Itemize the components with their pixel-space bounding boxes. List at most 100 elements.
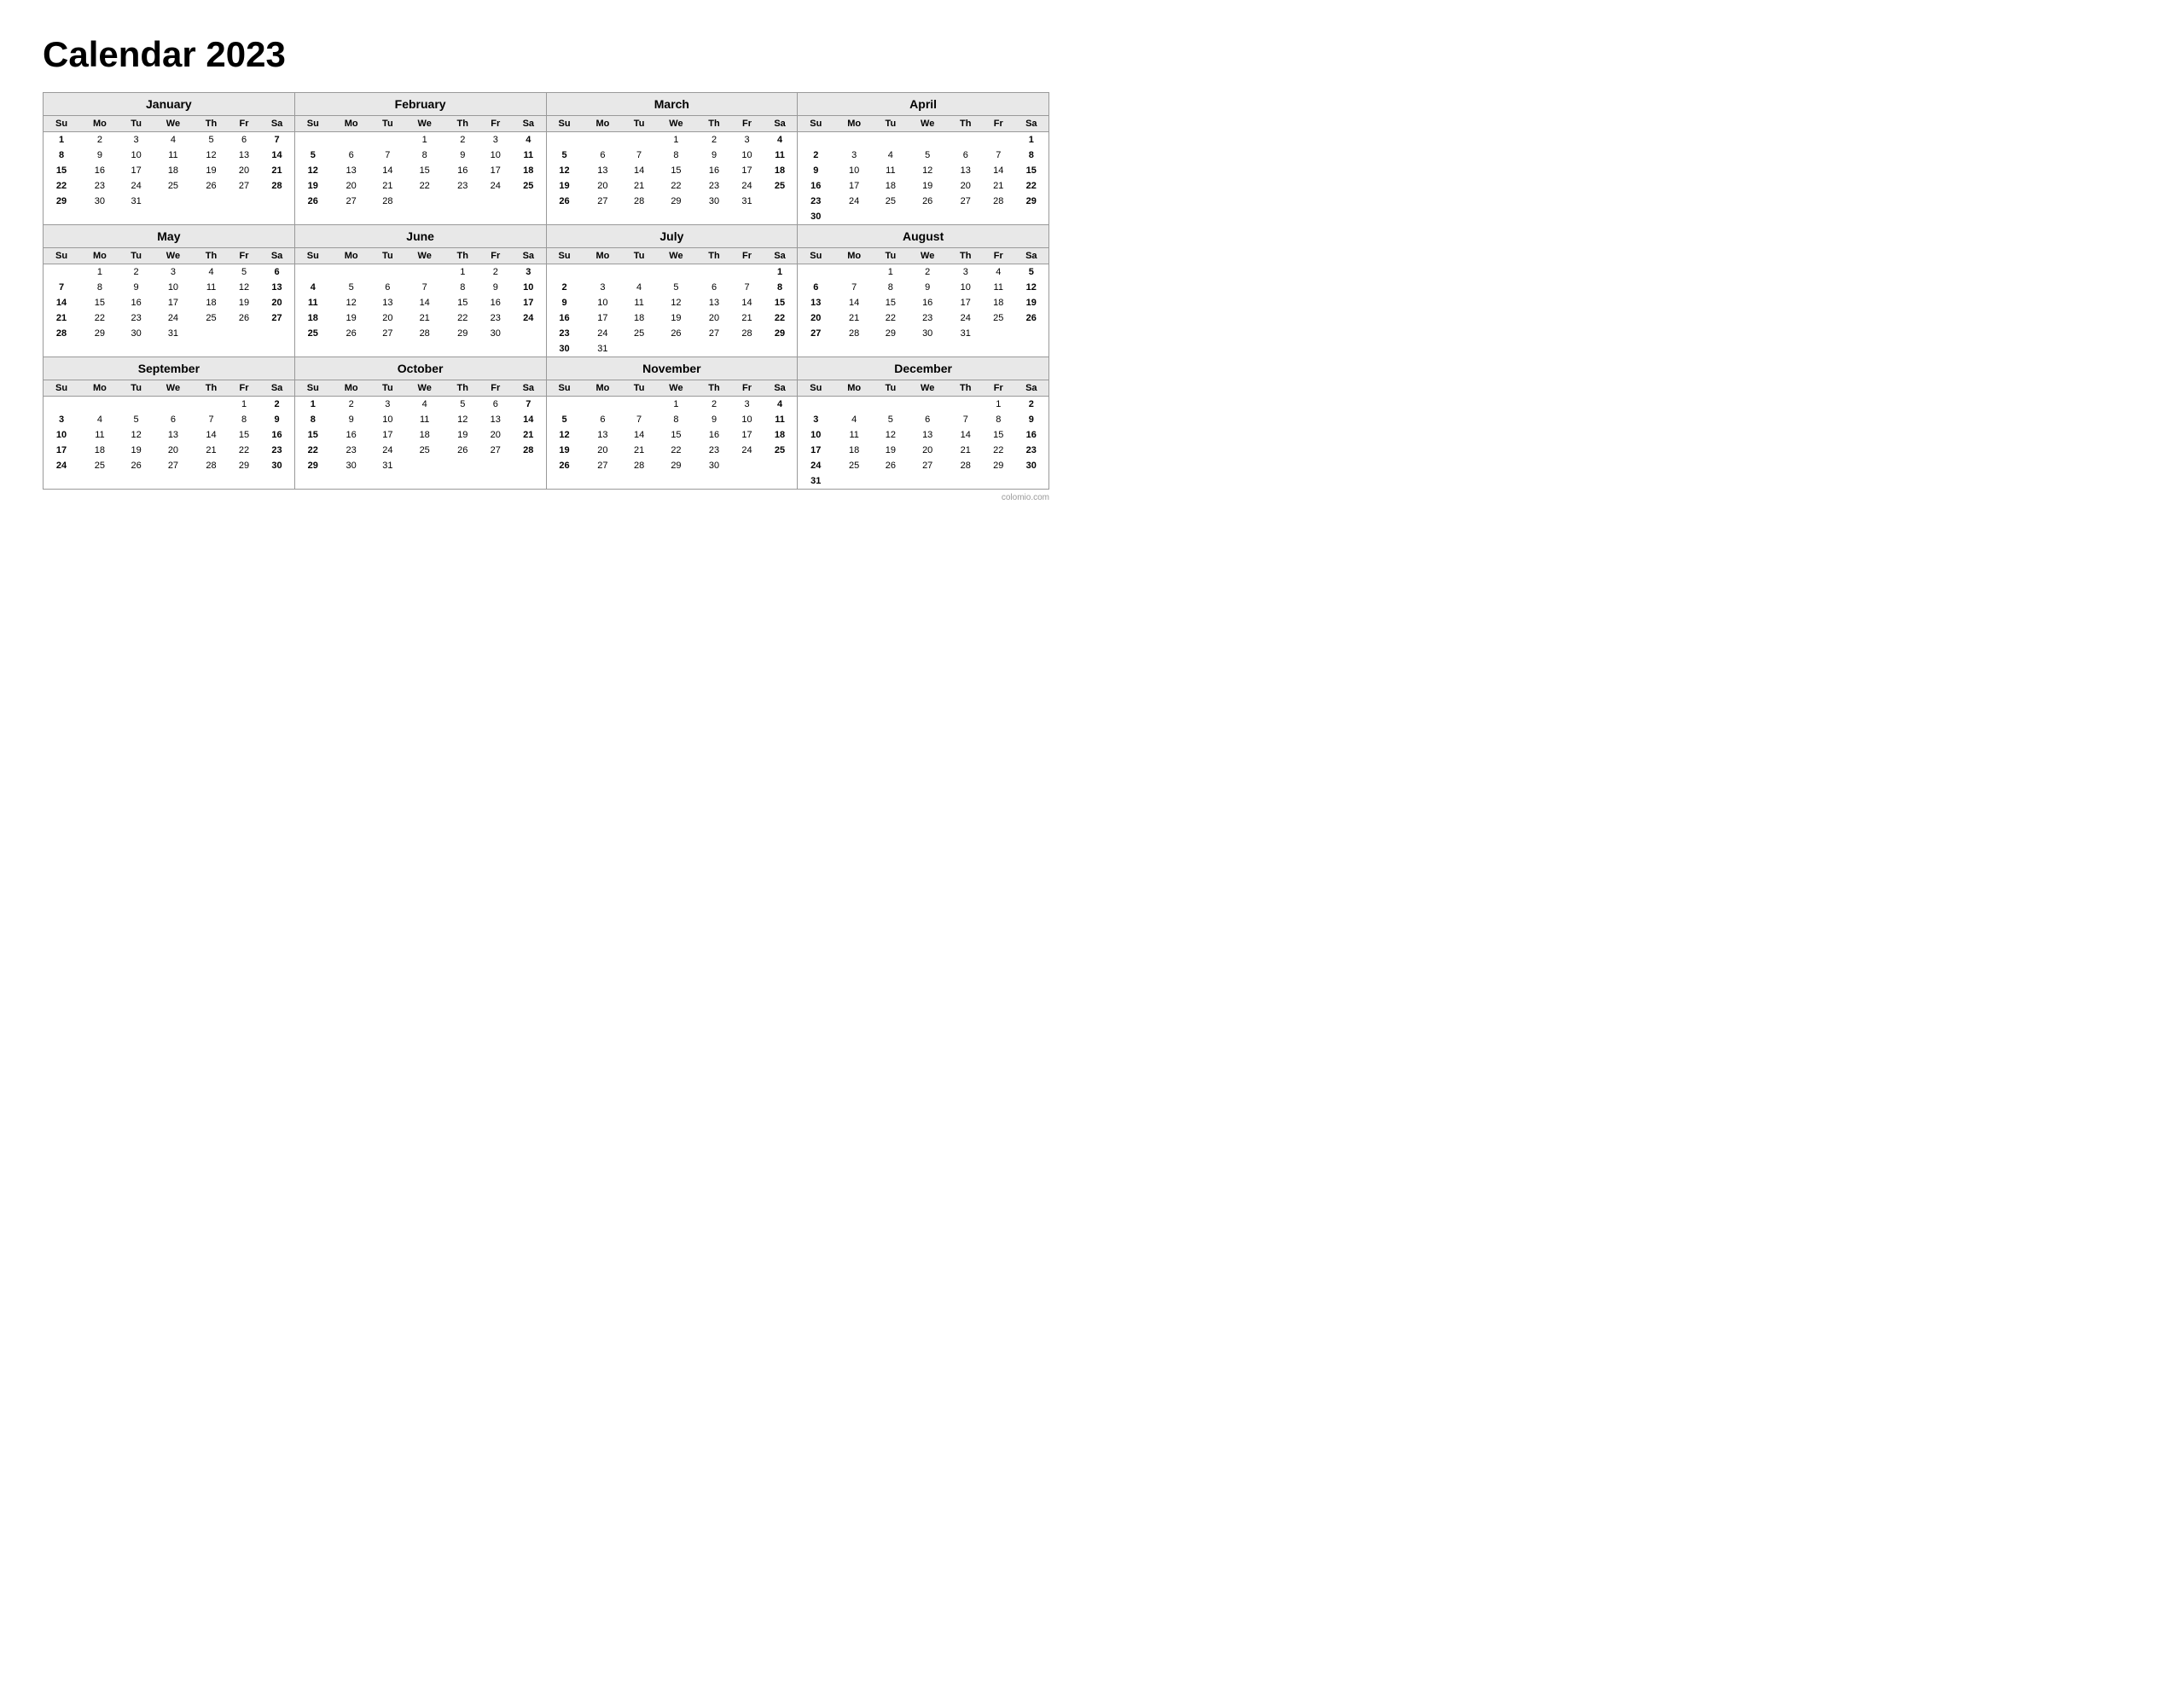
- day-cell: 13: [259, 280, 293, 295]
- day-cell: 7: [511, 397, 545, 413]
- day-cell: 26: [1014, 310, 1048, 326]
- day-cell: 8: [229, 412, 260, 427]
- day-cell: 20: [371, 310, 404, 326]
- day-header-we: We: [907, 248, 949, 264]
- day-cell: 9: [697, 412, 731, 427]
- day-cell: 19: [547, 178, 583, 194]
- day-cell: 25: [511, 178, 545, 194]
- day-cell: 3: [153, 264, 195, 281]
- day-cell: 14: [834, 295, 874, 310]
- week-row: 262728: [295, 194, 546, 209]
- day-cell: [697, 264, 731, 281]
- day-cell: 27: [259, 310, 293, 326]
- day-header-sa: Sa: [259, 248, 293, 264]
- day-cell: 6: [583, 412, 624, 427]
- day-cell: 10: [731, 412, 763, 427]
- day-cell: 24: [153, 310, 195, 326]
- day-cell: 4: [153, 132, 195, 148]
- day-cell: 1: [44, 132, 79, 148]
- week-row: 31: [798, 473, 1048, 489]
- day-cell: 24: [834, 194, 874, 209]
- day-cell: [623, 341, 655, 357]
- day-cell: 26: [120, 458, 153, 473]
- day-cell: 22: [763, 310, 797, 326]
- day-cell: 28: [404, 326, 445, 341]
- day-cell: [874, 209, 907, 224]
- month-august: AugustSuMoTuWeThFrSa12345678910111213141…: [798, 225, 1049, 357]
- day-cell: 26: [194, 178, 228, 194]
- day-cell: [834, 473, 874, 489]
- day-cell: 7: [623, 148, 655, 163]
- day-cell: 16: [445, 163, 479, 178]
- day-cell: 20: [907, 443, 949, 458]
- day-cell: [371, 264, 404, 281]
- day-cell: 4: [983, 264, 1014, 281]
- day-header-tu: Tu: [623, 116, 655, 132]
- day-cell: 22: [983, 443, 1014, 458]
- day-cell: 31: [731, 194, 763, 209]
- month-header: November: [547, 357, 798, 380]
- day-cell: 27: [697, 326, 731, 341]
- day-cell: [511, 194, 545, 209]
- day-cell: 27: [583, 458, 624, 473]
- week-row: 567891011: [295, 148, 546, 163]
- month-october: OctoberSuMoTuWeThFrSa1234567891011121314…: [295, 357, 547, 490]
- day-cell: 18: [623, 310, 655, 326]
- week-row: 6789101112: [798, 280, 1048, 295]
- day-cell: 1: [445, 264, 479, 281]
- day-cell: 31: [120, 194, 153, 209]
- day-cell: 5: [120, 412, 153, 427]
- day-cell: 17: [479, 163, 511, 178]
- day-cell: 28: [949, 458, 983, 473]
- day-cell: [874, 132, 907, 148]
- day-cell: [120, 397, 153, 413]
- day-header-mo: Mo: [834, 380, 874, 397]
- day-cell: 6: [331, 148, 372, 163]
- day-cell: 17: [731, 427, 763, 443]
- day-cell: 23: [259, 443, 293, 458]
- day-cell: [655, 341, 697, 357]
- day-cell: 5: [547, 148, 583, 163]
- day-cell: 1: [655, 132, 697, 148]
- day-cell: [583, 264, 624, 281]
- day-header-th: Th: [194, 380, 228, 397]
- day-cell: 12: [655, 295, 697, 310]
- week-row: 12345: [798, 264, 1048, 281]
- day-cell: 23: [697, 178, 731, 194]
- day-header-mo: Mo: [331, 380, 372, 397]
- day-cell: [583, 397, 624, 413]
- day-cell: [229, 194, 260, 209]
- day-cell: 31: [371, 458, 404, 473]
- week-row: 567891011: [547, 148, 798, 163]
- day-cell: [1014, 326, 1048, 341]
- day-cell: [259, 326, 293, 341]
- day-header-mo: Mo: [834, 248, 874, 264]
- day-cell: 24: [44, 458, 79, 473]
- day-cell: 8: [1014, 148, 1048, 163]
- day-cell: 13: [949, 163, 983, 178]
- day-cell: [834, 209, 874, 224]
- day-cell: 9: [479, 280, 511, 295]
- day-header-th: Th: [194, 248, 228, 264]
- day-cell: 25: [153, 178, 195, 194]
- week-row: 3456789: [798, 412, 1048, 427]
- day-header-fr: Fr: [479, 116, 511, 132]
- day-cell: 26: [547, 458, 583, 473]
- month-april: AprilSuMoTuWeThFrSa123456789101112131415…: [798, 93, 1049, 225]
- day-header-fr: Fr: [229, 116, 260, 132]
- month-header: June: [295, 225, 546, 248]
- day-cell: 11: [874, 163, 907, 178]
- day-header-tu: Tu: [120, 116, 153, 132]
- day-cell: 7: [623, 412, 655, 427]
- week-row: 293031: [295, 458, 546, 473]
- day-header-su: Su: [295, 116, 331, 132]
- day-cell: 11: [763, 412, 797, 427]
- day-cell: 1: [983, 397, 1014, 413]
- day-cell: 15: [404, 163, 445, 178]
- day-cell: [907, 209, 949, 224]
- week-row: 17181920212223: [798, 443, 1048, 458]
- day-cell: [907, 473, 949, 489]
- day-header-su: Su: [547, 380, 583, 397]
- day-header-we: We: [404, 116, 445, 132]
- month-header: October: [295, 357, 546, 380]
